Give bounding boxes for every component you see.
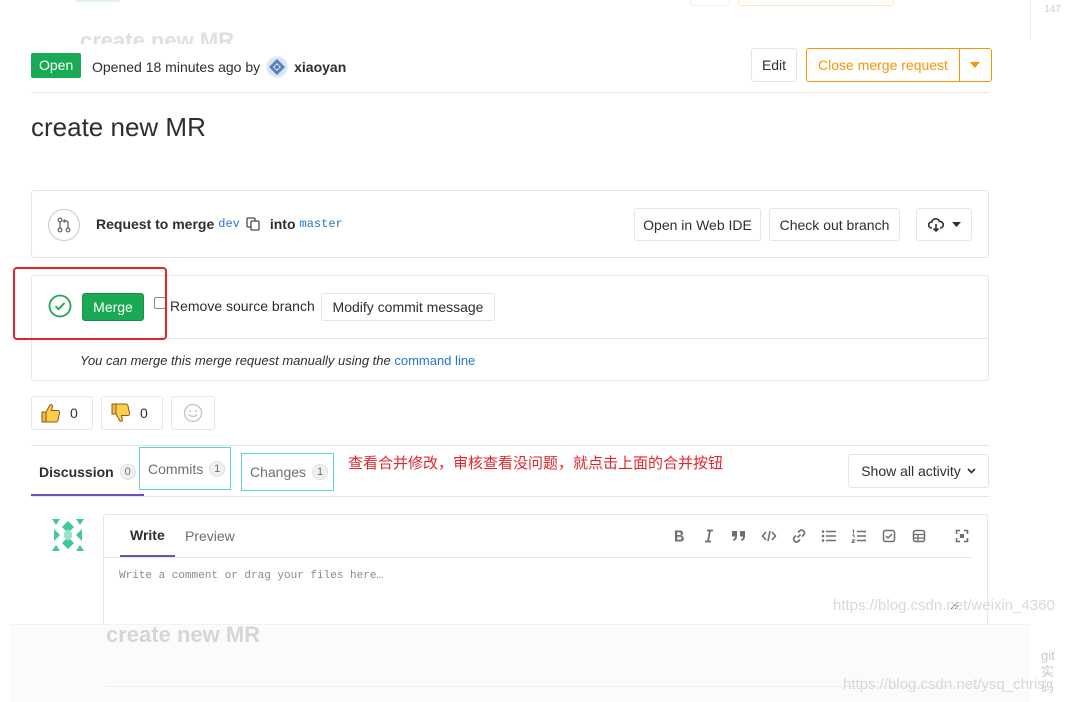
tab-commits-label: Commits — [148, 460, 204, 477]
ghost-divider — [1030, 0, 1031, 40]
page-title: create new MR — [31, 112, 206, 142]
thumbs-down-award[interactable]: 0 — [101, 396, 163, 430]
tab-changes[interactable]: Changes 1 — [241, 453, 334, 491]
git-merge-request-icon — [57, 217, 71, 233]
into-label: into — [269, 216, 296, 232]
numbered-list-icon — [851, 529, 866, 543]
copy-branch-button[interactable] — [246, 217, 260, 231]
show-all-activity-dropdown[interactable]: Show all activity — [848, 454, 989, 488]
author-avatar[interactable] — [266, 56, 289, 78]
thumbs-down-count: 0 — [140, 405, 148, 421]
header-divider — [31, 92, 989, 93]
tab-discussion[interactable]: Discussion 0 — [31, 450, 144, 496]
remove-source-branch-label: Remove source branch — [170, 298, 315, 314]
status-badge: Open — [31, 53, 82, 78]
manual-merge-text: You can merge this merge request manuall… — [80, 353, 391, 368]
show-all-activity-label: Show all activity — [861, 463, 961, 479]
tab-changes-label: Changes — [250, 464, 307, 480]
target-branch-link[interactable]: master — [300, 217, 343, 231]
tabs-bottom-divider — [31, 496, 989, 497]
task-list-button[interactable] — [874, 524, 904, 548]
tab-discussion-label: Discussion — [39, 464, 114, 480]
check-out-branch-button[interactable]: Check out branch — [769, 208, 900, 241]
cloud-download-icon — [927, 217, 944, 232]
fullscreen-icon — [955, 529, 969, 543]
watermark-text: https://blog.csdn.net/ysq_chris — [843, 676, 1045, 693]
highlight-annotation-box — [13, 267, 167, 340]
ghost-button — [738, 0, 894, 6]
tabs-top-divider — [31, 445, 989, 446]
bold-button[interactable] — [664, 524, 694, 548]
task-list-icon — [882, 529, 896, 543]
bullet-list-icon — [821, 530, 836, 542]
tab-commits[interactable]: Commits 1 — [139, 447, 231, 490]
source-branch-link[interactable]: dev — [218, 217, 240, 231]
modify-commit-message-button[interactable]: Modify commit message — [321, 293, 495, 321]
copy-icon — [246, 217, 260, 231]
comment-toolbar-divider — [104, 557, 971, 558]
edit-button[interactable]: Edit — [751, 48, 797, 82]
opened-info: Opened 18 minutes ago by xiaoyan — [92, 56, 346, 78]
command-line-link[interactable]: command line — [394, 353, 475, 368]
ghost-button — [690, 0, 730, 6]
chevron-down-icon — [967, 468, 976, 474]
open-web-ide-button[interactable]: Open in Web IDE — [634, 208, 761, 241]
merge-request-branches: Request to merge dev into master — [96, 216, 343, 232]
ghost-title-bottom: create new MR — [106, 622, 261, 647]
tab-commits-count: 1 — [209, 460, 226, 477]
markdown-toolbar — [664, 524, 934, 548]
caret-down-icon — [970, 62, 981, 68]
author-link[interactable]: xiaoyan — [294, 59, 346, 75]
fullscreen-button[interactable] — [950, 524, 974, 548]
close-merge-request-button[interactable]: Close merge request — [807, 49, 959, 81]
tab-preview[interactable]: Preview — [175, 515, 245, 557]
author-avatar-icon — [268, 58, 287, 76]
close-dropdown-toggle[interactable] — [958, 49, 991, 81]
tab-write[interactable]: Write — [120, 515, 175, 557]
current-user-avatar[interactable] — [48, 515, 88, 555]
table-icon — [912, 529, 926, 543]
caret-down-icon — [951, 222, 961, 227]
merge-request-icon — [48, 209, 80, 241]
code-button[interactable] — [754, 524, 784, 548]
identicon-avatar-icon — [48, 515, 88, 555]
download-dropdown-button[interactable] — [916, 208, 972, 241]
quote-icon — [732, 531, 745, 541]
ghost-badge — [76, 0, 120, 2]
thumbs-up-award[interactable]: 0 — [31, 396, 93, 430]
tab-changes-count: 1 — [312, 464, 329, 480]
thumbs-up-icon — [41, 404, 61, 423]
ghost-number: 147 — [1044, 4, 1061, 15]
link-icon — [792, 529, 806, 543]
annotation-note: 查看合并修改，审核查看没问题，就点击上面的合并按钮 — [348, 454, 724, 472]
tab-discussion-count: 0 — [119, 464, 136, 480]
add-reaction-button[interactable] — [171, 396, 215, 430]
quote-button[interactable] — [724, 524, 754, 548]
bold-icon — [675, 530, 684, 542]
bullet-list-button[interactable] — [814, 524, 844, 548]
thumbs-up-count: 0 — [70, 405, 78, 421]
italic-button[interactable] — [694, 524, 724, 548]
ghost-title-top: create new MR — [80, 28, 235, 44]
smiley-icon — [183, 403, 203, 423]
code-icon — [761, 530, 777, 542]
remove-source-branch-option[interactable]: Remove source branch — [154, 297, 315, 314]
request-to-merge-label: Request to merge — [96, 216, 215, 232]
thumbs-down-icon — [111, 403, 131, 422]
close-merge-request-group: Close merge request — [806, 48, 992, 82]
table-button[interactable] — [904, 524, 934, 548]
manual-merge-hint: You can merge this merge request manuall… — [80, 353, 475, 368]
watermark-text: https://blog.csdn.net/weixin_4360 — [833, 597, 1055, 614]
italic-icon — [705, 529, 713, 543]
link-button[interactable] — [784, 524, 814, 548]
opened-label: Opened 18 minutes ago by — [92, 59, 261, 75]
merge-widget-divider — [32, 338, 988, 339]
numbered-list-button[interactable] — [844, 524, 874, 548]
